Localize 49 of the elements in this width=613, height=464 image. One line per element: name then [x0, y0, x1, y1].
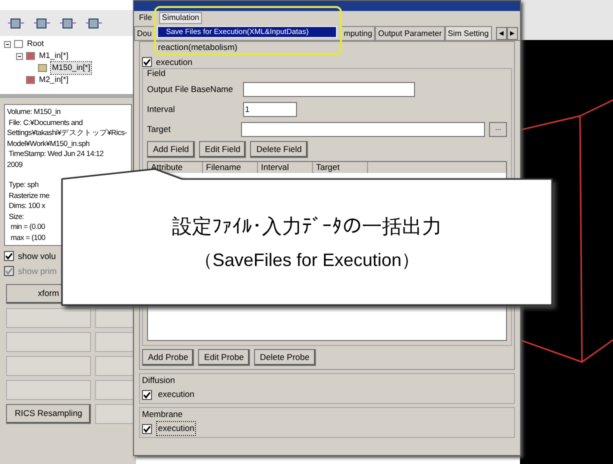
checkbox-label: show prim	[18, 264, 57, 278]
checkbox-label: execution	[156, 421, 196, 436]
tree-item[interactable]: M1_in[*]	[38, 50, 70, 62]
checkbox[interactable]	[142, 57, 152, 67]
tool-button[interactable]: RICS Resampling	[6, 404, 91, 424]
collapse-icon[interactable]	[16, 52, 23, 60]
column-header[interactable]: Filename	[203, 162, 258, 173]
tree-item[interactable]: M150_in[*]	[50, 61, 92, 75]
tab[interactable]: mputing	[340, 26, 376, 40]
tree-item[interactable]: M2_in[*]	[38, 74, 70, 86]
tool-button[interactable]	[95, 380, 135, 400]
tool-button[interactable]	[95, 356, 135, 376]
probe-button[interactable]: Add Probe	[142, 349, 194, 366]
tab[interactable]: Sim Setting	[444, 26, 492, 40]
menu-item[interactable]: Simulation	[158, 12, 202, 24]
input-field[interactable]	[240, 122, 486, 137]
checkbox-label: execution	[157, 388, 196, 402]
field-button[interactable]: Edit Field	[198, 141, 246, 158]
group-title: Membrane	[142, 408, 184, 420]
menu-item[interactable]: File	[136, 12, 155, 24]
group-title: reaction(metabolism)	[158, 42, 238, 54]
callout-subtitle: （SaveFiles for Execution）	[194, 248, 420, 272]
probe-button[interactable]: Edit Probe	[198, 349, 250, 366]
field-label: Interval	[147, 103, 176, 116]
probe-button[interactable]: Delete Probe	[254, 349, 316, 366]
callout-title: 設定ﾌｧｲﾙ･入力ﾃﾞｰﾀの一括出力	[172, 212, 442, 240]
column-header[interactable]: Target	[313, 162, 368, 173]
tree-item[interactable]: Root	[26, 38, 45, 50]
group-title: Field	[147, 69, 166, 78]
field-label: Output File BaseName	[147, 83, 234, 96]
checkbox-label: execution	[156, 57, 192, 67]
tab[interactable]: Output Parameter	[375, 26, 445, 40]
input-field[interactable]: 1	[243, 102, 297, 117]
checkbox[interactable]	[142, 390, 152, 400]
column-header[interactable]: Interval	[258, 162, 313, 173]
tool-button[interactable]	[95, 332, 135, 352]
input-field[interactable]	[243, 82, 415, 97]
checkbox[interactable]	[4, 251, 14, 262]
field-button[interactable]: Add Field	[147, 141, 195, 158]
tab[interactable]: Dou	[134, 26, 155, 40]
tool-button[interactable]	[95, 308, 135, 328]
tree-view[interactable]: Root M1_in[*] M150_in[*] M2_in[*]	[0, 36, 136, 98]
field-label: Target	[147, 123, 172, 136]
checkbox-label: show volu	[18, 250, 56, 263]
checkbox[interactable]	[142, 424, 152, 434]
field-button[interactable]: Delete Field	[250, 141, 308, 158]
tool-button[interactable]	[95, 404, 135, 424]
collapse-icon[interactable]	[4, 40, 11, 48]
group-title: Diffusion	[142, 374, 176, 387]
